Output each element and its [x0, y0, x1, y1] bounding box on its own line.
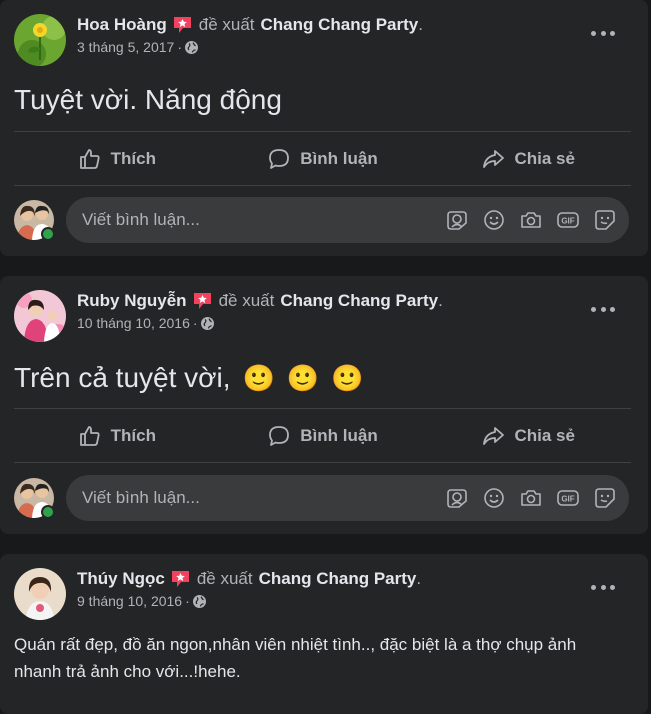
comment-button[interactable]: Bình luận [220, 414, 426, 458]
gif-icon[interactable]: GIF [556, 208, 580, 232]
author-name[interactable]: Hoa Hoàng [77, 14, 167, 36]
avatar[interactable] [14, 290, 66, 342]
separator: · [177, 39, 182, 55]
thumbs-up-icon [79, 426, 100, 446]
sticker-icon[interactable] [593, 486, 617, 510]
current-user-avatar[interactable] [14, 200, 55, 241]
post-date[interactable]: 10 tháng 10, 2016 [77, 315, 190, 331]
comment-composer: Viết bình luận... GIF [14, 475, 629, 521]
share-button[interactable]: Chia sẻ [425, 137, 631, 181]
smile-emoji: 🙂 [286, 363, 320, 393]
more-options-button[interactable] [591, 303, 615, 315]
post-text: Tuyệt vời. Năng động [14, 84, 282, 115]
separator: · [192, 315, 198, 331]
avatar[interactable] [14, 14, 66, 66]
globe-icon [184, 40, 198, 54]
svg-text:GIF: GIF [561, 495, 574, 504]
comment-label: Bình luận [300, 426, 378, 445]
avatar-sticker-icon[interactable] [445, 208, 469, 232]
post-text: Quán rất đẹp, đồ ăn ngon,nhân viên nhiệt… [14, 635, 577, 681]
post-header: Ruby Nguyễn đề xuất Chang Chang Party . … [14, 290, 443, 342]
like-label: Thích [110, 426, 156, 445]
separator: · [185, 593, 190, 609]
more-options-button[interactable] [591, 27, 615, 39]
current-user-avatar[interactable] [14, 478, 55, 519]
comment-label: Bình luận [300, 149, 378, 168]
post-date[interactable]: 9 tháng 10, 2016 [77, 593, 182, 609]
action-bar: Thích Bình luận Chia sẻ [14, 137, 631, 181]
author-name[interactable]: Ruby Nguyễn [77, 290, 187, 312]
post-header: Hoa Hoàng đề xuất Chang Chang Party . 3 … [14, 14, 423, 66]
smile-emoji: 🙂 [331, 363, 364, 393]
svg-text:GIF: GIF [561, 217, 574, 226]
page-name[interactable]: Chang Chang Party [259, 568, 417, 590]
divider [14, 185, 631, 186]
author-name[interactable]: Thúy Ngọc [77, 568, 165, 590]
globe-icon [200, 316, 214, 330]
thumbs-up-icon [79, 149, 100, 169]
recommend-icon [170, 570, 191, 588]
post-text: Trên cả tuyệt vời, 🙂 🙂 🙂 [14, 360, 364, 396]
comment-button[interactable]: Bình luận [220, 137, 426, 181]
page-name[interactable]: Chang Chang Party [261, 14, 419, 36]
gif-icon[interactable]: GIF [556, 486, 580, 510]
avatar-sticker-icon[interactable] [445, 486, 469, 510]
recommend-icon [172, 16, 193, 34]
globe-icon [192, 594, 206, 608]
camera-icon[interactable] [519, 486, 543, 510]
share-label: Chia sẻ [514, 149, 575, 168]
camera-icon[interactable] [519, 208, 543, 232]
period: . [438, 291, 443, 310]
comment-placeholder: Viết bình luận... [82, 488, 200, 507]
share-icon [483, 427, 505, 445]
comment-placeholder: Viết bình luận... [82, 210, 200, 229]
page-name[interactable]: Chang Chang Party [280, 290, 438, 312]
divider [14, 462, 631, 463]
action-bar: Thích Bình luận Chia sẻ [14, 414, 631, 458]
like-label: Thích [110, 149, 156, 168]
post-header: Thúy Ngọc đề xuất Chang Chang Party . 9 … [14, 568, 421, 620]
period: . [416, 569, 422, 588]
comment-icon [269, 426, 290, 446]
period: . [418, 15, 423, 34]
post-text-content: Trên cả tuyệt vời, [14, 362, 231, 393]
online-indicator [41, 505, 55, 519]
divider [14, 131, 631, 132]
smile-emoji: 🙂 [242, 363, 275, 393]
like-button[interactable]: Thích [14, 137, 220, 181]
emoji-icon[interactable] [482, 208, 506, 232]
review-post: Ruby Nguyễn đề xuất Chang Chang Party . … [0, 276, 648, 534]
share-icon [483, 150, 505, 168]
comment-input[interactable]: Viết bình luận... GIF [66, 197, 629, 243]
sticker-icon[interactable] [593, 208, 617, 232]
avatar[interactable] [14, 568, 66, 620]
like-button[interactable]: Thích [14, 414, 220, 458]
review-post: Thúy Ngọc đề xuất Chang Chang Party . 9 … [0, 554, 648, 714]
recommend-icon [192, 292, 213, 310]
recommends-text: đề xuất [196, 569, 253, 588]
recommends-text: đề xuất [218, 291, 275, 310]
divider [14, 408, 631, 409]
more-options-button[interactable] [591, 581, 615, 593]
share-label: Chia sẻ [514, 426, 575, 445]
online-indicator [41, 227, 55, 241]
comment-input[interactable]: Viết bình luận... GIF [66, 475, 629, 521]
recommends-text: đề xuất [198, 15, 255, 34]
comment-composer: Viết bình luận... GIF [14, 197, 629, 243]
comment-icon [269, 149, 290, 169]
share-button[interactable]: Chia sẻ [425, 414, 631, 458]
emoji-icon[interactable] [482, 486, 506, 510]
review-post: Hoa Hoàng đề xuất Chang Chang Party . 3 … [0, 0, 648, 256]
post-date[interactable]: 3 tháng 5, 2017 [77, 39, 174, 55]
